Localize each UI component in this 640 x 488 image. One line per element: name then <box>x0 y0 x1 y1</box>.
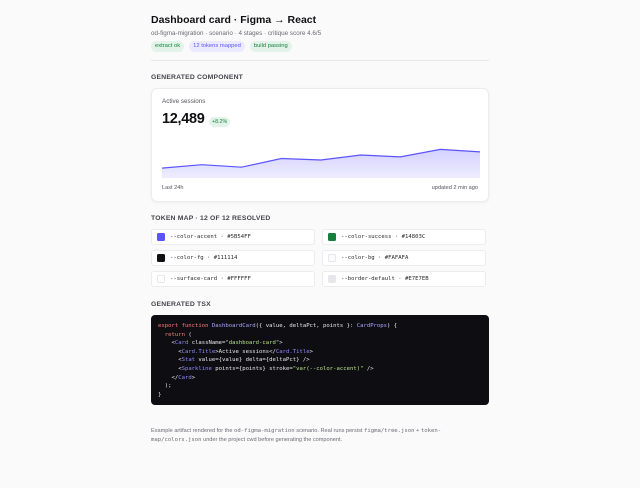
footer-note: Example artifact rendered for the od-fig… <box>151 427 489 445</box>
code-token: < <box>158 357 182 364</box>
code-line: } <box>158 391 482 400</box>
footer-text: Example artifact rendered for the <box>151 428 235 434</box>
token-item: --border-default · #E7E7EB <box>322 271 486 287</box>
code-token: Card <box>174 340 189 347</box>
code-token: CardProps <box>356 323 388 329</box>
color-swatch <box>328 275 336 283</box>
code-token: ); <box>158 383 172 390</box>
code-token: < <box>158 340 175 347</box>
code-block[interactable]: export function DashboardCard({ value, d… <box>151 315 489 405</box>
code-line: <Card.Title>Active sessions</Card.Title> <box>158 348 482 357</box>
code-token: < <box>158 365 182 372</box>
code-line: </Card> <box>158 374 482 383</box>
token-label: --border-default · #E7E7EB <box>341 276 429 282</box>
token-label: --color-bg · #FAFAFA <box>341 255 409 261</box>
color-swatch <box>157 275 165 283</box>
code-line: <Card className="dashboard-card"> <box>158 339 482 348</box>
token-item: --color-bg · #FAFAFA <box>322 250 486 266</box>
code-token: Sparkline <box>181 365 212 372</box>
status-badges: extract ok 12 tokens mapped build passin… <box>151 41 292 52</box>
scenario-code: od-figma-migration <box>234 428 295 434</box>
footer-text: scenario. Real runs persist <box>294 428 364 434</box>
card-period-label: Last 24h <box>162 185 184 191</box>
card-value: 12,489 <box>162 111 205 127</box>
token-map-heading: TOKEN MAP · 12 OF 12 RESOLVED <box>151 215 271 222</box>
code-token: ( <box>184 331 192 338</box>
code-token: DashboardCard <box>211 323 256 329</box>
card-title: Active sessions <box>162 98 206 105</box>
code-token: > <box>191 374 196 381</box>
page-title: Dashboard card · Figma → React <box>151 14 317 26</box>
token-label: --color-fg · #111114 <box>170 255 238 261</box>
generated-tsx-heading: GENERATED TSX <box>151 301 211 308</box>
code-token: value={value} delta={deltaPct} /> <box>195 357 310 364</box>
color-swatch <box>328 254 336 262</box>
code-token: Card.Title <box>181 348 216 355</box>
page-subtitle: od-figma-migration · scenario · 4 stages… <box>151 30 322 37</box>
token-item: --color-accent · #5B54FF <box>151 229 315 245</box>
code-token: export function <box>158 323 212 329</box>
code-line: <Stat value={value} delta={deltaPct} /> <box>158 356 482 365</box>
code-token: } <box>158 391 162 398</box>
code-line: export function DashboardCard({ value, d… <box>158 322 482 331</box>
token-label: --color-success · #14803C <box>341 234 426 240</box>
code-token: ) { <box>387 323 398 329</box>
token-item: --surface-card · #FFFFFF <box>151 271 315 287</box>
code-token: > <box>279 340 283 347</box>
code-line: ); <box>158 382 482 391</box>
code-token: className= <box>188 340 226 347</box>
card-updated-label: updated 2 min ago <box>431 185 478 191</box>
color-swatch <box>328 233 336 241</box>
token-item: --color-success · #14803C <box>322 229 486 245</box>
delta-badge: +8.2% <box>209 117 231 127</box>
tree-path-code: figma/tree.json <box>364 428 415 434</box>
code-line: return ( <box>158 331 482 340</box>
token-item: --color-fg · #111114 <box>151 250 315 266</box>
code-token: < <box>158 348 182 355</box>
code-token: points={points} stroke= <box>211 365 293 372</box>
code-token: /> <box>363 365 374 372</box>
code-token: "dashboard-card" <box>225 340 280 347</box>
tokens-mapped-badge: 12 tokens mapped <box>189 41 245 52</box>
code-token: Card.Title <box>275 348 310 355</box>
footer-text: under the project cwd before generating … <box>201 437 343 443</box>
dashboard-card: Active sessions 12,489 +8.2% Last 24h up… <box>151 88 489 202</box>
code-token: Card <box>178 374 192 381</box>
color-swatch <box>157 254 165 262</box>
extract-status-badge: extract ok <box>151 41 185 52</box>
code-token: "var(--color-accent)" <box>292 365 364 372</box>
token-label: --color-accent · #5B54FF <box>170 234 251 240</box>
code-token: </ <box>158 374 179 381</box>
sparkline-chart <box>162 138 480 178</box>
code-token: return <box>164 331 185 338</box>
build-status-badge: build passing <box>249 41 292 52</box>
code-token: Stat <box>181 357 196 364</box>
code-token: > <box>309 348 313 355</box>
color-swatch <box>157 233 165 241</box>
header-divider <box>151 60 489 61</box>
code-token: ({ value, deltaPct, points }: <box>255 323 357 329</box>
generated-component-heading: GENERATED COMPONENT <box>151 74 244 81</box>
code-token: >Active sessions</ <box>215 348 276 355</box>
token-label: --surface-card · #FFFFFF <box>170 276 251 282</box>
code-line: <Sparkline points={points} stroke="var(-… <box>158 365 482 374</box>
